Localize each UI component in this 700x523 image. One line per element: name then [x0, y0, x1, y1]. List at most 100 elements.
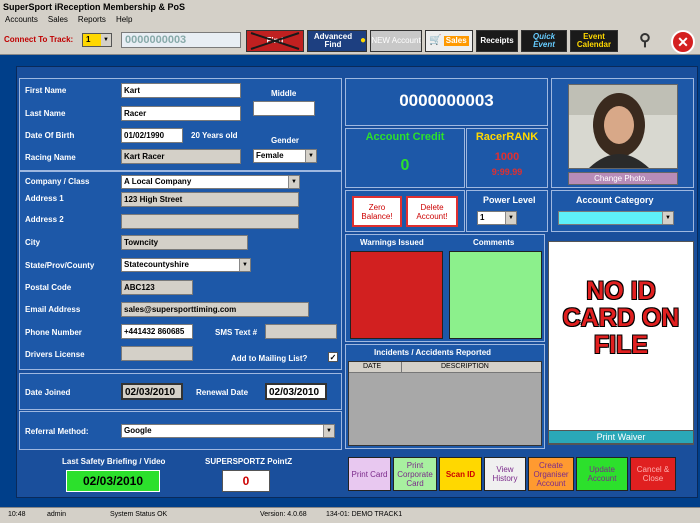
chevron-down-icon: ▼ — [101, 34, 111, 46]
scan-id-button[interactable]: Scan ID — [439, 457, 482, 491]
find-button[interactable]: Find — [246, 30, 304, 52]
name-panel: First Name Kart Middle Last Name Racer D… — [19, 78, 342, 171]
comments-box[interactable] — [449, 251, 542, 339]
credit-label: Account Credit — [365, 131, 445, 143]
safety-date-field[interactable]: 02/03/2010 — [66, 470, 160, 492]
mailing-checkbox[interactable]: ✓ — [328, 352, 338, 362]
state-label: State/Prov/County — [25, 261, 95, 270]
photo-frame — [568, 84, 678, 169]
first-name-input[interactable]: Kart — [121, 83, 241, 98]
power-select[interactable]: 1 ▼ — [477, 211, 517, 225]
menu-sales[interactable]: Sales — [43, 14, 73, 25]
window-title: SuperSport iReception Membership & PoS — [0, 0, 700, 14]
gender-label: Gender — [271, 136, 300, 145]
status-track: 134-01: DEMO TRACK1 — [326, 511, 403, 518]
balance-actions-panel: Zero Balance! Delete Account! — [345, 190, 465, 232]
company-label: Company / Class — [25, 177, 90, 186]
receipts-button[interactable]: Receipts — [476, 30, 518, 52]
sms-input[interactable] — [265, 324, 337, 339]
zero-balance-button[interactable]: Zero Balance! — [352, 196, 402, 227]
col-date[interactable]: DATE — [363, 363, 381, 370]
incidents-header: DATE DESCRIPTION — [349, 362, 541, 373]
view-history-button[interactable]: View History — [484, 457, 526, 491]
track-select[interactable]: 1 ▼ — [82, 33, 112, 47]
address2-input[interactable] — [121, 214, 299, 229]
chevron-down-icon: ▼ — [323, 425, 334, 437]
col-description[interactable]: DESCRIPTION — [441, 363, 489, 370]
license-label: Drivers License — [25, 350, 85, 359]
sales-label: Sales — [443, 36, 469, 46]
referral-label: Referral Method: — [25, 427, 89, 436]
chevron-down-icon: ▼ — [662, 212, 673, 224]
middle-label: Middle — [271, 89, 297, 98]
address1-input[interactable]: 123 High Street — [121, 192, 299, 207]
search-tool-icon[interactable]: ⚲ — [631, 30, 659, 52]
comments-label: Comments — [473, 238, 515, 247]
status-bar: 10:48 admin System Status OK Version: 4.… — [0, 507, 700, 523]
incidents-table[interactable]: DATE DESCRIPTION — [348, 361, 542, 446]
delete-account-button[interactable]: Delete Account! — [406, 196, 458, 227]
sales-button[interactable]: 🛒 Sales — [425, 30, 473, 52]
change-photo-button[interactable]: Change Photo... — [568, 172, 678, 185]
dob-input[interactable]: 01/02/1990 — [121, 128, 183, 143]
person-photo — [569, 85, 677, 168]
photo-panel: Change Photo... — [551, 78, 694, 188]
menu-accounts[interactable]: Accounts — [0, 14, 43, 25]
print-card-button[interactable]: Print Card — [348, 457, 391, 491]
advanced-find-label: Advanced Find — [313, 32, 353, 49]
update-account-button[interactable]: Update Account — [576, 457, 628, 491]
status-system: System Status OK — [110, 511, 168, 518]
last-name-input[interactable]: Racer — [121, 106, 241, 121]
quick-event-button[interactable]: Quick Event — [521, 30, 567, 52]
pointz-label: SUPERSPORTZ PointZ — [205, 457, 293, 466]
menu-help[interactable]: Help — [111, 14, 137, 25]
address1-label: Address 1 — [25, 194, 64, 203]
new-account-button[interactable]: NEW Account — [370, 30, 422, 52]
postal-input[interactable]: ABC123 — [121, 280, 193, 295]
state-select[interactable]: Statecountyshire ▼ — [121, 258, 251, 272]
status-time: 10:48 — [8, 511, 26, 518]
referral-select[interactable]: Google ▼ — [121, 424, 335, 438]
chevron-down-icon: ▼ — [505, 212, 516, 224]
col-divider — [401, 362, 402, 373]
credit-panel: Account Credit 0 — [345, 128, 465, 188]
advanced-find-button[interactable]: Advanced Find ● — [307, 30, 367, 52]
incidents-label: Incidents / Accidents Reported — [374, 348, 492, 357]
middle-input[interactable] — [253, 101, 315, 116]
close-icon[interactable]: ✕ — [671, 30, 695, 54]
email-input[interactable]: sales@supersporttiming.com — [121, 302, 309, 317]
print-waiver-button[interactable]: Print Waiver — [548, 430, 694, 444]
rank-label: RacerRANK — [475, 131, 539, 143]
pointz-field[interactable]: 0 — [222, 470, 270, 492]
power-panel: Power Level 1 ▼ — [466, 190, 548, 232]
menu-reports[interactable]: Reports — [73, 14, 111, 25]
power-label: Power Level — [483, 195, 536, 205]
renewal-input[interactable]: 02/03/2010 — [265, 383, 327, 400]
print-corporate-card-button[interactable]: Print Corporate Card — [393, 457, 437, 491]
company-value: A Local Company — [124, 177, 192, 186]
create-organiser-account-button[interactable]: Create Organiser Account — [528, 457, 574, 491]
lightbulb-icon: ● — [359, 35, 366, 46]
city-input[interactable]: Towncity — [121, 235, 248, 250]
company-select[interactable]: A Local Company ▼ — [121, 175, 300, 189]
account-number-input[interactable]: 0000000003 — [121, 32, 241, 48]
age-text: 20 Years old — [191, 131, 238, 140]
license-input[interactable] — [121, 346, 193, 361]
credit-value: 0 — [400, 157, 410, 174]
cross-icon — [250, 32, 300, 50]
incidents-panel: Incidents / Accidents Reported DATE DESC… — [345, 344, 545, 449]
category-select[interactable]: ▼ — [558, 211, 674, 225]
state-value: Statecountyshire — [124, 260, 189, 269]
renewal-label: Renewal Date — [196, 388, 249, 397]
event-calendar-button[interactable]: Event Calendar — [570, 30, 618, 52]
city-label: City — [25, 238, 41, 247]
gender-select[interactable]: Female ▼ — [253, 149, 317, 163]
warnings-box[interactable] — [350, 251, 443, 339]
gender-value: Female — [256, 151, 284, 160]
cancel-close-button[interactable]: Cancel & Close — [630, 457, 676, 491]
safety-label: Last Safety Briefing / Video — [62, 457, 166, 466]
joined-input[interactable]: 02/03/2010 — [121, 383, 183, 400]
racing-name-input[interactable]: Kart Racer — [121, 149, 241, 164]
track-value: 1 — [86, 35, 91, 44]
phone-input[interactable]: +441432 860685 — [121, 324, 193, 339]
